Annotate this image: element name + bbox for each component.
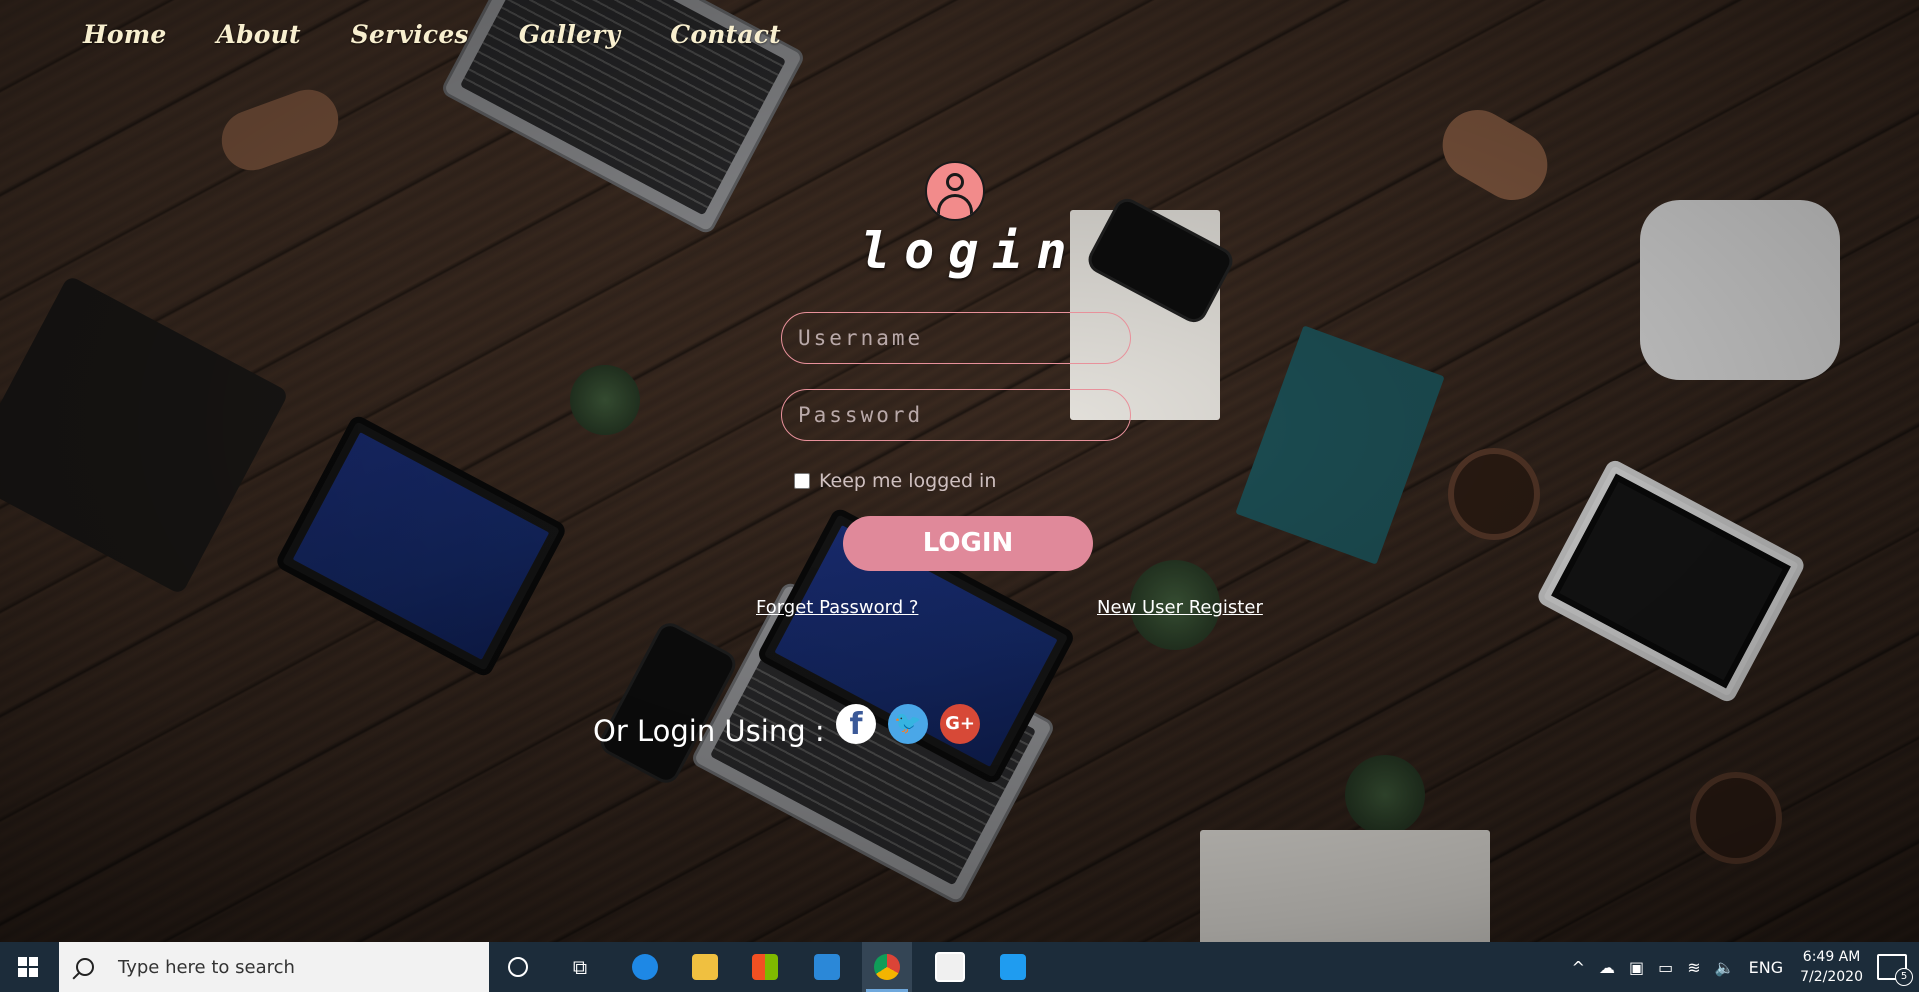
windows-icon bbox=[18, 957, 38, 977]
mail-app[interactable] bbox=[802, 942, 852, 992]
system-tray: ^ ☁ ▣ ▭ ≋ 🔈 ENG 6:49 AM 7/2/2020 5 bbox=[1565, 942, 1919, 992]
cortana-icon bbox=[508, 957, 528, 977]
clock-date: 7/2/2020 bbox=[1800, 969, 1863, 985]
facebook-icon[interactable]: f bbox=[836, 704, 876, 744]
photos-app[interactable] bbox=[925, 942, 975, 992]
onedrive-icon[interactable]: ☁ bbox=[1599, 958, 1615, 977]
task-view-icon: ⧉ bbox=[572, 955, 588, 979]
volume-icon[interactable]: 🔈 bbox=[1715, 958, 1735, 977]
main-nav: Home About Services Gallery Contact bbox=[83, 20, 831, 49]
twitter-icon[interactable]: 🐦 bbox=[888, 704, 928, 744]
mail-icon bbox=[814, 954, 840, 980]
nav-home[interactable]: Home bbox=[83, 20, 166, 49]
nav-services[interactable]: Services bbox=[351, 20, 469, 49]
or-login-using-label: Or Login Using : bbox=[593, 714, 825, 748]
notifications-icon[interactable]: 5 bbox=[1877, 954, 1913, 986]
file-explorer-icon bbox=[692, 954, 718, 980]
app-tray-icon[interactable]: ▣ bbox=[1629, 958, 1644, 977]
notification-count: 5 bbox=[1895, 968, 1913, 986]
nav-contact[interactable]: Contact bbox=[670, 20, 781, 49]
clock-time: 6:49 AM bbox=[1802, 949, 1861, 965]
vscode-icon bbox=[1000, 954, 1026, 980]
google-plus-icon[interactable]: G+ bbox=[940, 704, 980, 744]
login-title: login bbox=[860, 222, 1081, 280]
clock[interactable]: 6:49 AM 7/2/2020 bbox=[1800, 947, 1863, 987]
chrome-app[interactable] bbox=[862, 942, 912, 992]
task-view-button[interactable]: ⧉ bbox=[560, 942, 600, 992]
start-button[interactable] bbox=[0, 942, 56, 992]
register-link[interactable]: New User Register bbox=[1097, 597, 1263, 618]
vscode-app[interactable] bbox=[988, 942, 1038, 992]
username-input[interactable] bbox=[781, 312, 1131, 364]
taskbar: Type here to search ⧉ ^ ☁ ▣ ▭ ≋ 🔈 ENG 6:… bbox=[0, 942, 1919, 992]
login-button[interactable]: LOGIN bbox=[843, 516, 1093, 571]
file-explorer-app[interactable] bbox=[680, 942, 730, 992]
photos-icon bbox=[935, 952, 965, 982]
taskbar-search[interactable]: Type here to search bbox=[59, 942, 489, 992]
battery-icon[interactable]: ▭ bbox=[1658, 958, 1673, 977]
edge-app[interactable] bbox=[620, 942, 670, 992]
nav-about[interactable]: About bbox=[216, 20, 300, 49]
keep-logged-in: Keep me logged in bbox=[794, 470, 996, 492]
wifi-icon[interactable]: ≋ bbox=[1687, 958, 1700, 977]
search-placeholder: Type here to search bbox=[118, 956, 295, 978]
keep-logged-in-checkbox[interactable] bbox=[794, 473, 810, 489]
chevron-up-icon[interactable]: ^ bbox=[1572, 958, 1585, 977]
nav-gallery[interactable]: Gallery bbox=[519, 20, 621, 49]
user-avatar-icon bbox=[925, 161, 985, 221]
cortana-button[interactable] bbox=[498, 942, 538, 992]
keep-logged-in-label: Keep me logged in bbox=[819, 470, 997, 492]
forget-password-link[interactable]: Forget Password ? bbox=[756, 597, 918, 618]
store-icon bbox=[752, 954, 778, 980]
chrome-icon bbox=[874, 954, 900, 980]
edge-icon bbox=[632, 954, 658, 980]
language-indicator[interactable]: ENG bbox=[1749, 958, 1783, 977]
store-app[interactable] bbox=[740, 942, 790, 992]
password-input[interactable] bbox=[781, 389, 1131, 441]
search-icon bbox=[76, 958, 94, 976]
